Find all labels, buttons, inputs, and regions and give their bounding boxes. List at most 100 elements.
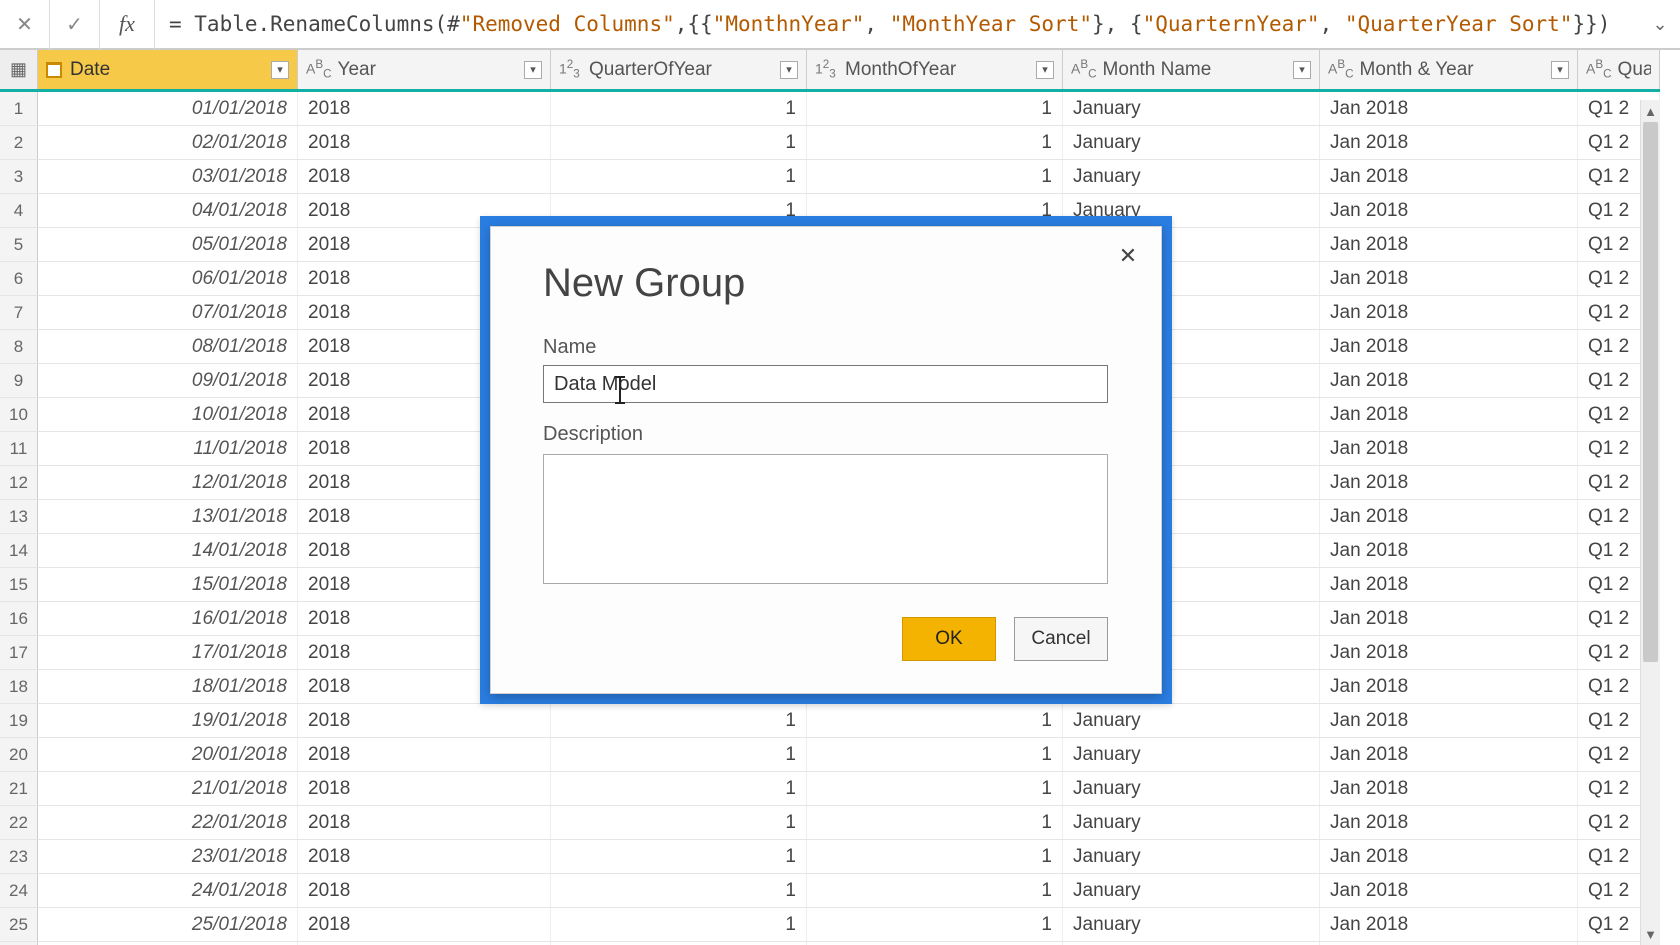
cell-monthofyear[interactable]: 1 <box>807 738 1063 771</box>
filter-dropdown-icon[interactable]: ▾ <box>1293 61 1311 79</box>
cell-monthandyear[interactable]: Jan 2018 <box>1320 534 1578 567</box>
cell-date[interactable]: 15/01/2018 <box>38 568 298 601</box>
column-header-quar[interactable]: ABC Quar <box>1578 50 1660 89</box>
column-header-monthandyear[interactable]: ABC Month & Year ▾ <box>1320 50 1578 89</box>
cell-quarterofyear[interactable]: 1 <box>551 92 807 125</box>
cell-quarterofyear[interactable]: 1 <box>551 874 807 907</box>
row-number[interactable]: 15 <box>0 568 38 601</box>
scroll-thumb[interactable] <box>1643 122 1658 662</box>
ok-button[interactable]: OK <box>902 617 996 661</box>
row-number[interactable]: 21 <box>0 772 38 805</box>
cell-monthandyear[interactable]: Jan 2018 <box>1320 432 1578 465</box>
cell-monthandyear[interactable]: Jan 2018 <box>1320 772 1578 805</box>
vertical-scrollbar[interactable]: ▲ ▼ <box>1640 100 1660 945</box>
fx-icon[interactable]: fx <box>100 0 155 49</box>
cell-date[interactable]: 20/01/2018 <box>38 738 298 771</box>
row-number[interactable]: 3 <box>0 160 38 193</box>
cell-date[interactable]: 23/01/2018 <box>38 840 298 873</box>
cell-monthandyear[interactable]: Jan 2018 <box>1320 704 1578 737</box>
row-number[interactable]: 14 <box>0 534 38 567</box>
select-all-corner[interactable]: ▦ <box>0 50 38 89</box>
scroll-down-icon[interactable]: ▼ <box>1641 923 1660 945</box>
cell-date[interactable]: 11/01/2018 <box>38 432 298 465</box>
cell-year[interactable]: 2018 <box>298 874 551 907</box>
cell-monthname[interactable]: January <box>1063 806 1320 839</box>
cell-monthandyear[interactable]: Jan 2018 <box>1320 160 1578 193</box>
cell-date[interactable]: 04/01/2018 <box>38 194 298 227</box>
row-number[interactable]: 5 <box>0 228 38 261</box>
filter-dropdown-icon[interactable]: ▾ <box>780 61 798 79</box>
cell-monthandyear[interactable]: Jan 2018 <box>1320 500 1578 533</box>
cell-monthofyear[interactable]: 1 <box>807 92 1063 125</box>
cell-date[interactable]: 17/01/2018 <box>38 636 298 669</box>
cell-monthandyear[interactable]: Jan 2018 <box>1320 126 1578 159</box>
cell-date[interactable]: 19/01/2018 <box>38 704 298 737</box>
row-number[interactable]: 22 <box>0 806 38 839</box>
cell-monthandyear[interactable]: Jan 2018 <box>1320 670 1578 703</box>
cell-monthandyear[interactable]: Jan 2018 <box>1320 840 1578 873</box>
filter-dropdown-icon[interactable]: ▾ <box>1551 61 1569 79</box>
cell-monthofyear[interactable]: 1 <box>807 704 1063 737</box>
cell-monthandyear[interactable]: Jan 2018 <box>1320 874 1578 907</box>
row-number[interactable]: 17 <box>0 636 38 669</box>
table-row[interactable]: 2121/01/2018201811JanuaryJan 2018Q1 2 <box>0 772 1660 806</box>
cell-date[interactable]: 02/01/2018 <box>38 126 298 159</box>
row-number[interactable]: 2 <box>0 126 38 159</box>
cell-monthofyear[interactable]: 1 <box>807 908 1063 941</box>
row-number[interactable]: 11 <box>0 432 38 465</box>
cell-monthname[interactable]: January <box>1063 908 1320 941</box>
cell-monthandyear[interactable]: Jan 2018 <box>1320 466 1578 499</box>
row-number[interactable]: 8 <box>0 330 38 363</box>
cell-monthname[interactable]: January <box>1063 840 1320 873</box>
cell-date[interactable]: 06/01/2018 <box>38 262 298 295</box>
cell-quarterofyear[interactable]: 1 <box>551 840 807 873</box>
column-header-date[interactable]: Date ▾ <box>38 50 298 89</box>
table-row[interactable]: 2020/01/2018201811JanuaryJan 2018Q1 2 <box>0 738 1660 772</box>
cell-year[interactable]: 2018 <box>298 840 551 873</box>
row-number[interactable]: 1 <box>0 92 38 125</box>
cell-date[interactable]: 03/01/2018 <box>38 160 298 193</box>
row-number[interactable]: 7 <box>0 296 38 329</box>
cell-year[interactable]: 2018 <box>298 160 551 193</box>
row-number[interactable]: 9 <box>0 364 38 397</box>
cell-monthandyear[interactable]: Jan 2018 <box>1320 908 1578 941</box>
scroll-track[interactable] <box>1641 122 1660 923</box>
cell-monthofyear[interactable]: 1 <box>807 126 1063 159</box>
row-number[interactable]: 24 <box>0 874 38 907</box>
formula-cancel-icon[interactable]: ✕ <box>0 0 50 49</box>
cell-date[interactable]: 09/01/2018 <box>38 364 298 397</box>
cell-year[interactable]: 2018 <box>298 92 551 125</box>
cell-monthandyear[interactable]: Jan 2018 <box>1320 602 1578 635</box>
cell-monthandyear[interactable]: Jan 2018 <box>1320 92 1578 125</box>
cell-quarterofyear[interactable]: 1 <box>551 738 807 771</box>
cell-monthandyear[interactable]: Jan 2018 <box>1320 806 1578 839</box>
cell-date[interactable]: 05/01/2018 <box>38 228 298 261</box>
cell-monthofyear[interactable]: 1 <box>807 874 1063 907</box>
filter-dropdown-icon[interactable]: ▾ <box>271 61 289 79</box>
cell-monthandyear[interactable]: Jan 2018 <box>1320 194 1578 227</box>
row-number[interactable]: 13 <box>0 500 38 533</box>
cell-monthname[interactable]: January <box>1063 126 1320 159</box>
cell-date[interactable]: 12/01/2018 <box>38 466 298 499</box>
filter-dropdown-icon[interactable]: ▾ <box>524 61 542 79</box>
table-row[interactable]: 202/01/2018201811JanuaryJan 2018Q1 2 <box>0 126 1660 160</box>
dialog-close-button[interactable]: ✕ <box>1115 243 1141 269</box>
cell-monthandyear[interactable]: Jan 2018 <box>1320 398 1578 431</box>
column-header-quarterofyear[interactable]: 123 QuarterOfYear ▾ <box>551 50 807 89</box>
cell-date[interactable]: 13/01/2018 <box>38 500 298 533</box>
cell-date[interactable]: 22/01/2018 <box>38 806 298 839</box>
cell-date[interactable]: 08/01/2018 <box>38 330 298 363</box>
table-row[interactable]: 2323/01/2018201811JanuaryJan 2018Q1 2 <box>0 840 1660 874</box>
table-row[interactable]: 1919/01/2018201811JanuaryJan 2018Q1 2 <box>0 704 1660 738</box>
cancel-button[interactable]: Cancel <box>1014 617 1108 661</box>
cell-date[interactable]: 18/01/2018 <box>38 670 298 703</box>
cell-year[interactable]: 2018 <box>298 738 551 771</box>
cell-monthofyear[interactable]: 1 <box>807 772 1063 805</box>
cell-quarterofyear[interactable]: 1 <box>551 126 807 159</box>
table-row[interactable]: 2424/01/2018201811JanuaryJan 2018Q1 2 <box>0 874 1660 908</box>
formula-input[interactable]: = Table.RenameColumns(#"Removed Columns"… <box>155 12 1640 36</box>
table-row[interactable]: 303/01/2018201811JanuaryJan 2018Q1 2 <box>0 160 1660 194</box>
cell-year[interactable]: 2018 <box>298 126 551 159</box>
cell-year[interactable]: 2018 <box>298 806 551 839</box>
formula-expand-icon[interactable]: ⌄ <box>1640 14 1680 35</box>
